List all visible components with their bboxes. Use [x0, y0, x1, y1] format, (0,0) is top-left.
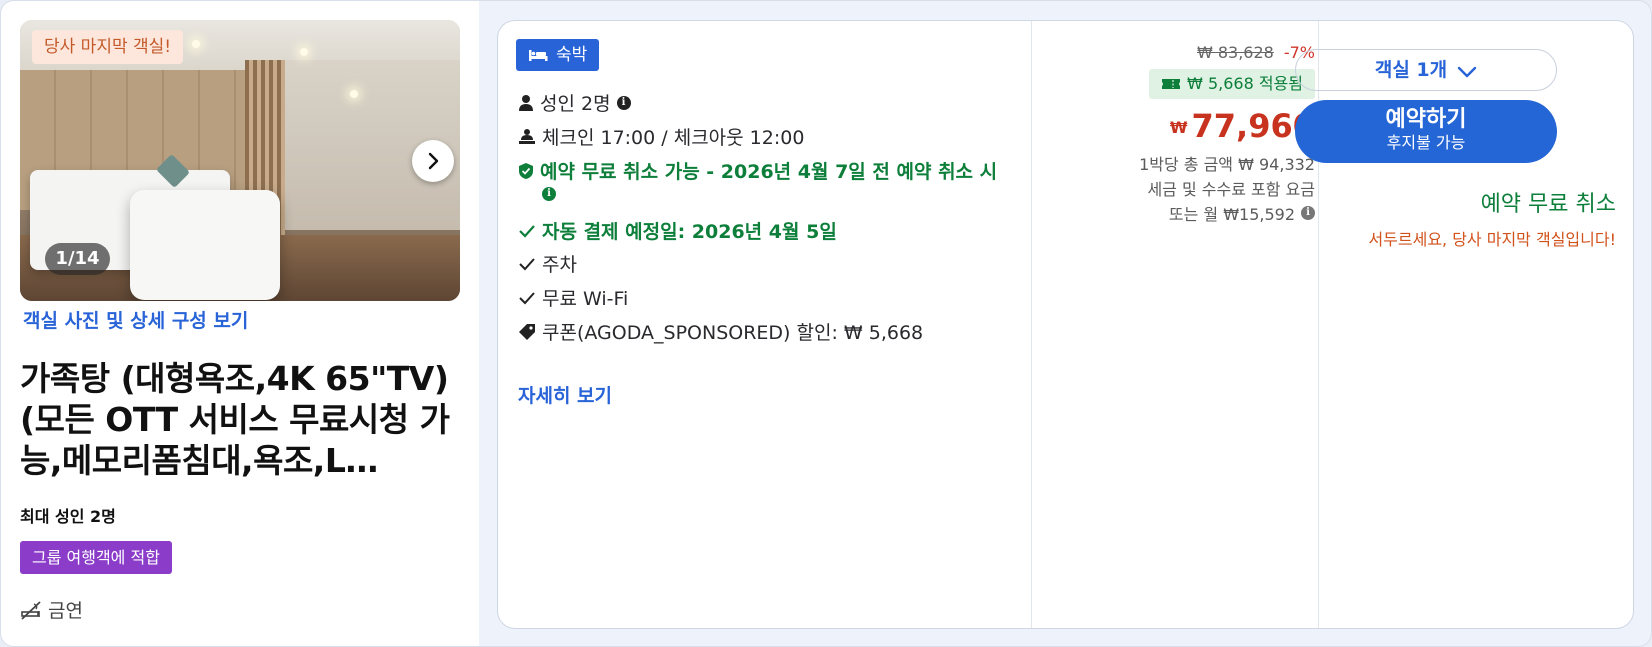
no-smoking-info: 금연: [20, 596, 83, 623]
info-icon[interactable]: i: [616, 95, 631, 110]
feature-auto-payment: 자동 결제 예정일: 2026년 4월 5일: [518, 217, 837, 244]
photo-counter: 1/14: [45, 243, 110, 275]
free-cancel-label: 예약 무료 취소 가능 - 2026년 4월 7일 전 예약 취소 시: [540, 161, 998, 183]
feature-free-cancel: 예약 무료 취소 가능 - 2026년 4월 7일 전 예약 취소 시: [518, 157, 997, 184]
info-icon[interactable]: i: [542, 187, 556, 201]
feature-coupon: 쿠폰(AGODA_SPONSORED) 할인: ₩ 5,668: [518, 318, 923, 345]
next-photo-button[interactable]: [412, 140, 454, 182]
total-per-night: 1박당 총 금액 ₩ 94,332: [1139, 151, 1315, 175]
monthly-price-label: 또는 월 ₩15,592: [1168, 205, 1295, 224]
feature-adults: 성인 2명 i: [518, 89, 631, 116]
monthly-price: 또는 월 ₩15,592 i: [1169, 201, 1315, 225]
parking-label: 주차: [542, 254, 577, 276]
room-count-select[interactable]: 객실 1개: [1295, 49, 1557, 91]
book-now-button[interactable]: 예약하기 후지불 가능: [1295, 100, 1557, 163]
feature-wifi: 무료 Wi-Fi: [518, 284, 628, 311]
group-travel-badge: 그룹 여행객에 적합: [20, 541, 172, 574]
checkmark-icon: [519, 224, 535, 238]
shield-check-icon: [519, 162, 533, 179]
room-summary-panel: 당사 마지막 객실! 1/14 객실 사진 및 상세 구성 보기 가족탕 (대형…: [1, 1, 479, 646]
total-per-night-label: 1박당 총 금액 ₩ 94,332: [1139, 155, 1315, 174]
stay-badge-label: 숙박: [556, 45, 588, 65]
no-smoking-icon: [21, 600, 41, 620]
coupon-applied-pill: ₩ 5,668 적용됨: [1149, 69, 1315, 99]
see-details-link[interactable]: 자세히 보기: [518, 381, 612, 408]
checkin-label: 체크인 17:00 / 체크아웃 12:00: [542, 127, 805, 149]
stay-badge: 숙박: [516, 39, 600, 71]
chevron-down-icon: [1457, 66, 1477, 78]
coupon-label: 쿠폰(AGODA_SPONSORED) 할인: ₩ 5,668: [542, 322, 924, 344]
room-offer-row: 당사 마지막 객실! 1/14 객실 사진 및 상세 구성 보기 가족탕 (대형…: [0, 0, 1652, 647]
info-icon[interactable]: i: [1301, 206, 1315, 220]
offer-card: 숙박 성인 2명 i 체크인 17:00 / 체크아웃 12:00 예약 무료 …: [497, 20, 1634, 629]
last-room-tag: 당사 마지막 객실!: [32, 30, 184, 64]
incl-taxes: 세금 및 수수료 포함 요금: [1147, 176, 1315, 200]
photo-light: [192, 40, 200, 48]
original-price: ₩ 83,628: [1196, 43, 1274, 62]
ticket-icon: [1162, 79, 1181, 89]
last-room-warning: 서두르세요, 당사 마지막 객실입니다!: [1368, 230, 1616, 249]
pay-later-label: 후지불 가능: [1386, 133, 1466, 152]
free-cancel-info: i: [542, 187, 556, 201]
room-title: 가족탕 (대형욕조,4K 65"TV) (모든 OTT 서비스 무료시청 가능,…: [20, 359, 450, 480]
photo-light: [350, 90, 358, 98]
adults-label: 성인 2명: [540, 93, 611, 115]
tag-icon: [519, 323, 535, 340]
no-smoking-label: 금연: [48, 600, 83, 622]
coupon-applied-label: ₩ 5,668 적용됨: [1187, 74, 1303, 93]
wifi-label: 무료 Wi-Fi: [542, 288, 629, 310]
person-icon: [519, 94, 533, 111]
bed-icon: [529, 50, 548, 61]
book-now-label: 예약하기: [1385, 107, 1467, 132]
free-cancellation-note: 예약 무료 취소: [1480, 192, 1616, 217]
room-count-label: 객실 1개: [1374, 59, 1448, 81]
feature-parking: 주차: [518, 250, 577, 277]
auto-payment-label: 자동 결제 예정일: 2026년 4월 5일: [542, 221, 837, 243]
chevron-right-icon: [428, 152, 439, 170]
divider: [1031, 21, 1032, 628]
final-price: ₩77,960: [1170, 107, 1315, 145]
bellhop-icon: [519, 128, 535, 144]
photo-sofa: [130, 190, 280, 300]
checkmark-icon: [519, 291, 535, 304]
photo-light: [300, 48, 308, 56]
incl-taxes-label: 세금 및 수수료 포함 요금: [1147, 180, 1315, 199]
max-adults: 최대 성인 2명: [20, 507, 116, 526]
room-photos-link[interactable]: 객실 사진 및 상세 구성 보기: [23, 306, 248, 333]
price-currency: ₩: [1169, 118, 1188, 137]
feature-checkin: 체크인 17:00 / 체크아웃 12:00: [518, 123, 804, 150]
checkmark-icon: [519, 257, 535, 270]
